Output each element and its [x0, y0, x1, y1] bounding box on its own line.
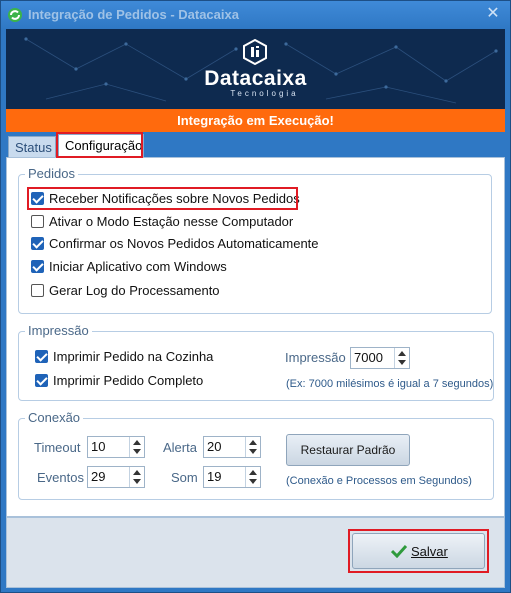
- checkbox-checked[interactable]: [35, 350, 48, 363]
- datacaixa-logo-icon: [243, 39, 267, 65]
- stepper-buttons[interactable]: [245, 467, 260, 487]
- close-icon[interactable]: ✕: [484, 5, 502, 23]
- app-refresh-icon: [8, 8, 22, 22]
- alerta-label: Alerta: [163, 440, 197, 455]
- arrow-up-icon[interactable]: [249, 440, 257, 445]
- arrow-down-icon[interactable]: [133, 479, 141, 484]
- stepper-buttons[interactable]: [245, 437, 260, 457]
- stepper-value: 20: [207, 439, 222, 454]
- save-button[interactable]: Salvar: [352, 533, 485, 569]
- tab-status[interactable]: Status: [8, 136, 56, 157]
- option-label: Imprimir Pedido Completo: [53, 373, 204, 388]
- som-stepper[interactable]: 19: [203, 466, 261, 488]
- stepper-buttons[interactable]: [129, 467, 144, 487]
- eventos-stepper[interactable]: 29: [87, 466, 145, 488]
- impressao-delay-label: Impressão: [285, 350, 346, 365]
- checkbox-unchecked[interactable]: [31, 215, 44, 228]
- impressao-delay-stepper[interactable]: 7000: [350, 347, 410, 369]
- brand-banner: Datacaixa Tecnologia: [6, 29, 505, 109]
- som-label: Som: [171, 470, 198, 485]
- title-bar[interactable]: Integração de Pedidos - Datacaixa ✕: [1, 1, 510, 29]
- arrow-up-icon[interactable]: [133, 470, 141, 475]
- checkbox-checked[interactable]: [31, 260, 44, 273]
- arrow-up-icon[interactable]: [398, 351, 406, 356]
- checkbox-checked[interactable]: [35, 374, 48, 387]
- arrow-down-icon[interactable]: [133, 449, 141, 454]
- arrow-down-icon[interactable]: [249, 449, 257, 454]
- pedidos-group-label: Pedidos: [25, 166, 78, 182]
- tab-strip: Status Configuração: [6, 132, 505, 158]
- option-label: Iniciar Aplicativo com Windows: [49, 259, 227, 274]
- stepper-value: 29: [91, 469, 106, 484]
- window-title: Integração de Pedidos - Datacaixa: [28, 7, 239, 22]
- tab-configuracao[interactable]: Configuração: [58, 134, 144, 158]
- checkbox-checked[interactable]: [31, 237, 44, 250]
- stepper-value: 10: [91, 439, 106, 454]
- checkmark-icon: [391, 544, 407, 558]
- stepper-buttons[interactable]: [394, 348, 409, 368]
- timeout-stepper[interactable]: 10: [87, 436, 145, 458]
- save-button-label: Salvar: [411, 544, 448, 559]
- stepper-buttons[interactable]: [129, 437, 144, 457]
- conexao-group-label: Conexão: [25, 410, 84, 426]
- option-label: Confirmar os Novos Pedidos Automaticamen…: [49, 236, 319, 251]
- option-label: Imprimir Pedido na Cozinha: [53, 349, 214, 364]
- alerta-stepper[interactable]: 20: [203, 436, 261, 458]
- timeout-label: Timeout: [34, 440, 81, 455]
- impressao-note: (Ex: 7000 milésimos é igual a 7 segundos…: [286, 378, 494, 390]
- app-window: Integração de Pedidos - Datacaixa ✕ Data…: [0, 0, 511, 593]
- checkbox-checked[interactable]: [31, 192, 44, 205]
- option-label: Gerar Log do Processamento: [49, 283, 220, 298]
- execution-status-banner: Integração em Execução!: [6, 109, 505, 132]
- stepper-value: 19: [207, 469, 222, 484]
- restore-defaults-button[interactable]: Restaurar Padrão: [286, 434, 410, 466]
- option-label: Receber Notificações sobre Novos Pedidos: [49, 191, 300, 206]
- checkbox-unchecked[interactable]: [31, 284, 44, 297]
- impressao-group-label: Impressão: [25, 323, 92, 339]
- arrow-up-icon[interactable]: [133, 440, 141, 445]
- option-label: Ativar o Modo Estação nesse Computador: [49, 214, 294, 229]
- stepper-value: 7000: [354, 350, 383, 365]
- brand-tagline: Tecnologia: [230, 89, 299, 98]
- eventos-label: Eventos: [37, 470, 84, 485]
- conexao-note: (Conexão e Processos em Segundos): [286, 475, 472, 487]
- arrow-down-icon[interactable]: [398, 360, 406, 365]
- arrow-up-icon[interactable]: [249, 470, 257, 475]
- brand-name: Datacaixa: [204, 67, 307, 90]
- arrow-down-icon[interactable]: [249, 479, 257, 484]
